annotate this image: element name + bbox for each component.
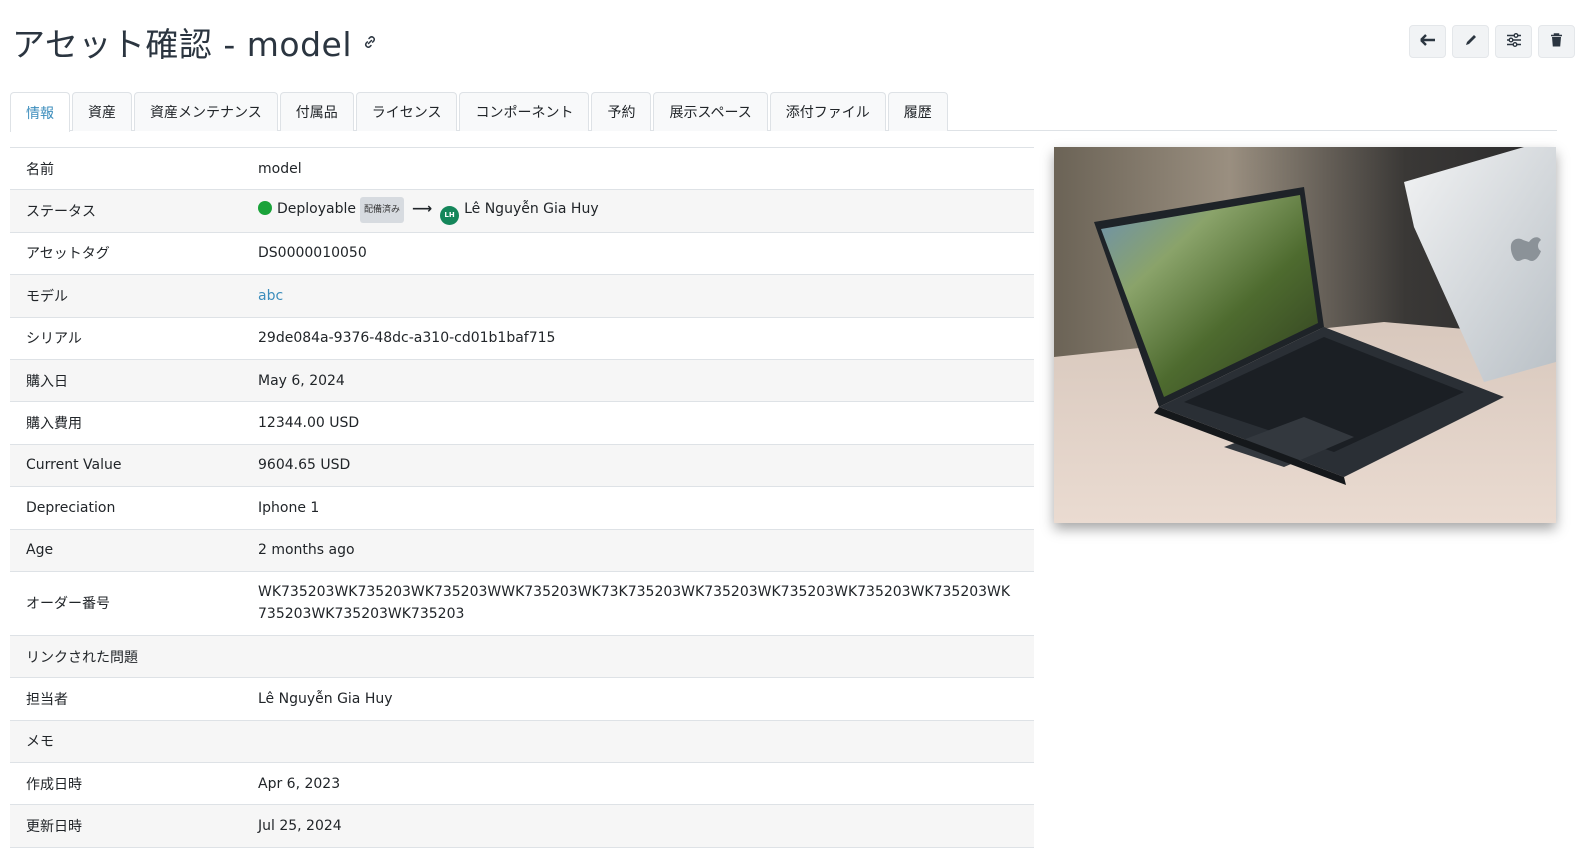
table-row: 購入日 May 6, 2024 — [10, 359, 1034, 403]
tab-info[interactable]: 情報 — [10, 92, 70, 132]
table-row: Current Value 9604.65 USD — [10, 444, 1034, 488]
avatar: LH — [440, 205, 460, 225]
status-text: Deployable — [277, 201, 356, 218]
back-arrow-icon — [1419, 32, 1436, 51]
pencil-icon — [1464, 32, 1478, 51]
table-row: シリアル 29de084a-9376-48dc-a310-cd01b1baf71… — [10, 318, 1034, 360]
row-value: 2 months ago — [258, 542, 355, 559]
asset-details-table: 名前 model ステータス Deployable 配備済み ⟶ LH Lê Nguyễ… — [10, 147, 1034, 848]
row-label: モデル — [26, 288, 68, 305]
table-row: Depreciation Iphone 1 — [10, 487, 1034, 530]
row-value: DS0000010050 — [258, 245, 367, 262]
table-row: 名前 model — [10, 148, 1034, 191]
edit-button[interactable] — [1452, 25, 1489, 58]
row-label: Current Value — [26, 457, 122, 474]
link-icon[interactable] — [362, 34, 378, 50]
table-row: ステータス Deployable 配備済み ⟶ LH Lê Nguyễn Gia Huy — [10, 190, 1034, 233]
tab-accessories[interactable]: 付属品 — [279, 92, 354, 131]
row-value: May 6, 2024 — [258, 372, 345, 389]
row-value: Lê Nguyễn Gia Huy — [258, 690, 393, 707]
tab-history[interactable]: 履歴 — [887, 92, 948, 131]
row-value: 12344.00 USD — [258, 415, 360, 432]
page-title: アセット確認 - model — [12, 25, 352, 64]
tab-assets[interactable]: 資産 — [72, 92, 132, 131]
status-value: Deployable 配備済み ⟶ LH Lê Nguyễn Gia Huy — [258, 197, 1034, 225]
row-label: 更新日時 — [26, 819, 82, 836]
table-row: 更新日時 Jul 25, 2024 — [10, 805, 1034, 848]
settings-button[interactable] — [1495, 25, 1532, 58]
row-label: メモ — [26, 734, 54, 751]
table-row: 作成日時 Apr 6, 2023 — [10, 763, 1034, 806]
row-label: 購入日 — [26, 373, 68, 390]
table-row: メモ — [10, 720, 1034, 764]
table-row: オーダー番号 WK735203WK735203WK735203WWK735203… — [10, 572, 1034, 636]
row-value: Iphone 1 — [258, 499, 320, 516]
model-link[interactable]: abc — [258, 285, 1034, 307]
table-row: モデル abc — [10, 275, 1034, 318]
row-label: Depreciation — [26, 499, 116, 516]
table-row: アセットタグ DS0000010050 — [10, 233, 1034, 276]
back-button[interactable] — [1409, 25, 1446, 58]
tab-bar: 情報 資産 資産メンテナンス 付属品 ライセンス コンポーネント 予約 展示スペ… — [10, 92, 1557, 132]
row-label: 購入費用 — [26, 416, 82, 433]
row-value: 29de084a-9376-48dc-a310-cd01b1baf715 — [258, 330, 556, 347]
row-label: 作成日時 — [26, 776, 82, 793]
tab-showrooms[interactable]: 展示スペース — [653, 92, 768, 131]
row-label: 名前 — [26, 161, 54, 178]
row-label: リンクされた問題 — [26, 649, 138, 666]
table-row: 担当者 Lê Nguyễn Gia Huy — [10, 678, 1034, 721]
row-value: Jul 25, 2024 — [258, 818, 342, 835]
table-row: リンクされた問題 — [10, 635, 1034, 679]
arrow-right-icon: ⟶ — [412, 201, 433, 218]
sliders-icon — [1506, 32, 1522, 51]
tab-licenses[interactable]: ライセンス — [355, 92, 458, 131]
tab-maintenance[interactable]: 資産メンテナンス — [134, 92, 278, 131]
row-value: Apr 6, 2023 — [258, 775, 341, 792]
row-label: オーダー番号 — [26, 596, 110, 613]
tab-reservations[interactable]: 予約 — [591, 92, 652, 131]
row-label: Age — [26, 542, 54, 559]
trash-icon — [1550, 32, 1563, 51]
row-value: model — [258, 160, 302, 177]
page-header: アセット確認 - model — [12, 18, 378, 66]
row-label: シリアル — [26, 331, 82, 348]
asset-image[interactable] — [1054, 147, 1556, 523]
assignee-link[interactable]: Lê Nguyễn Gia Huy — [464, 201, 599, 217]
status-badge: 配備済み — [360, 197, 405, 224]
action-toolbar — [1409, 25, 1575, 58]
row-label: アセットタグ — [26, 246, 110, 263]
tab-attachments[interactable]: 添付ファイル — [769, 92, 886, 131]
row-value: WK735203WK735203WK735203WWK735203WK73K73… — [258, 584, 1011, 623]
row-label: ステータス — [26, 204, 96, 221]
delete-button[interactable] — [1538, 25, 1575, 58]
tab-components[interactable]: コンポーネント — [459, 92, 590, 131]
table-row: 購入費用 12344.00 USD — [10, 402, 1034, 445]
row-label: 担当者 — [26, 691, 68, 708]
status-dot-icon — [258, 201, 272, 216]
row-value: 9604.65 USD — [258, 457, 351, 474]
table-row: Age 2 months ago — [10, 529, 1034, 572]
